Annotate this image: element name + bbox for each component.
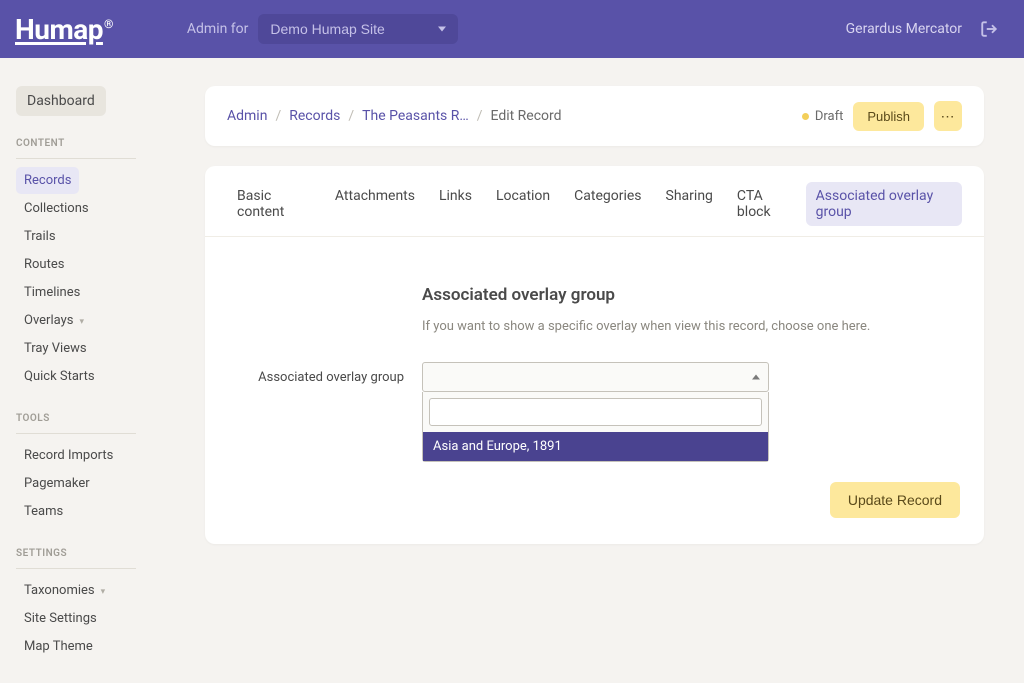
tab-location[interactable]: Location — [486, 182, 560, 226]
overlay-group-label: Associated overlay group — [227, 362, 422, 385]
breadcrumb-admin[interactable]: Admin — [227, 108, 267, 124]
status-text: Draft — [815, 109, 844, 124]
publish-button[interactable]: Publish — [853, 102, 924, 131]
update-record-button[interactable]: Update Record — [830, 482, 960, 518]
breadcrumb-current: Edit Record — [491, 108, 562, 124]
sidebar-item-pagemaker[interactable]: Pagemaker — [16, 470, 98, 497]
tabs: Basic content Attachments Links Location… — [205, 166, 984, 237]
dashboard-button[interactable]: Dashboard — [16, 86, 106, 116]
tab-attachments[interactable]: Attachments — [325, 182, 425, 226]
overlay-group-select[interactable] — [422, 362, 769, 392]
status-badge: Draft — [802, 109, 844, 124]
sidebar-item-record-imports[interactable]: Record Imports — [16, 442, 121, 469]
sidebar-item-overlays[interactable]: Overlays — [16, 307, 92, 334]
admin-for-label: Admin for — [187, 21, 249, 37]
tab-basic-content[interactable]: Basic content — [227, 182, 321, 226]
overlay-group-dropdown: Asia and Europe, 1891 — [422, 392, 769, 462]
sidebar: Dashboard CONTENT Records Collections Tr… — [0, 58, 205, 683]
sidebar-item-records[interactable]: Records — [16, 167, 79, 194]
section-title: Associated overlay group — [422, 285, 962, 305]
breadcrumb-card: Admin / Records / The Peasants R… / Edit… — [205, 86, 984, 146]
sidebar-item-site-settings[interactable]: Site Settings — [16, 605, 105, 632]
site-selector[interactable]: Demo Humap Site — [258, 14, 458, 44]
tab-links[interactable]: Links — [429, 182, 482, 226]
sidebar-item-routes[interactable]: Routes — [16, 251, 72, 278]
sidebar-item-map-theme[interactable]: Map Theme — [16, 633, 101, 660]
sidebar-section-settings: SETTINGS — [16, 548, 136, 569]
breadcrumb-sep: / — [477, 108, 483, 124]
tab-categories[interactable]: Categories — [564, 182, 651, 226]
sidebar-section-content: CONTENT — [16, 138, 136, 159]
sidebar-item-timelines[interactable]: Timelines — [16, 279, 88, 306]
tab-sharing[interactable]: Sharing — [656, 182, 723, 226]
overlay-group-option[interactable]: Asia and Europe, 1891 — [423, 432, 768, 461]
tab-cta-block[interactable]: CTA block — [727, 182, 802, 226]
sidebar-item-tray-views[interactable]: Tray Views — [16, 335, 95, 362]
section-description: If you want to show a specific overlay w… — [422, 319, 962, 334]
tab-associated-overlay-group[interactable]: Associated overlay group — [806, 182, 962, 226]
site-name: Demo Humap Site — [270, 21, 384, 37]
sidebar-item-trails[interactable]: Trails — [16, 223, 64, 250]
breadcrumb-sep: / — [348, 108, 354, 124]
breadcrumb-record-name[interactable]: The Peasants R… — [362, 108, 469, 124]
sidebar-item-teams[interactable]: Teams — [16, 498, 71, 525]
logo-text: Humap — [15, 13, 103, 46]
logo-trademark: ® — [104, 17, 113, 31]
sidebar-section-tools: TOOLS — [16, 413, 136, 434]
breadcrumb-sep: / — [275, 108, 281, 124]
breadcrumb: Admin / Records / The Peasants R… / Edit… — [227, 108, 562, 124]
logout-icon[interactable] — [980, 20, 998, 38]
app-header: Humap® Admin for Demo Humap Site Gerardu… — [0, 0, 1024, 58]
sidebar-item-quick-starts[interactable]: Quick Starts — [16, 363, 103, 390]
content-card: Basic content Attachments Links Location… — [205, 166, 984, 544]
chevron-up-icon — [752, 375, 760, 380]
sidebar-item-taxonomies[interactable]: Taxonomies — [16, 577, 113, 604]
main-content: Admin / Records / The Peasants R… / Edit… — [205, 58, 1024, 683]
user-name[interactable]: Gerardus Mercator — [846, 21, 962, 37]
status-dot-icon — [802, 113, 809, 120]
sidebar-item-collections[interactable]: Collections — [16, 195, 97, 222]
breadcrumb-records[interactable]: Records — [289, 108, 340, 124]
overlay-group-search-input[interactable] — [429, 398, 762, 426]
more-actions-button[interactable]: ⋯ — [934, 101, 962, 131]
logo[interactable]: Humap® — [15, 13, 113, 46]
